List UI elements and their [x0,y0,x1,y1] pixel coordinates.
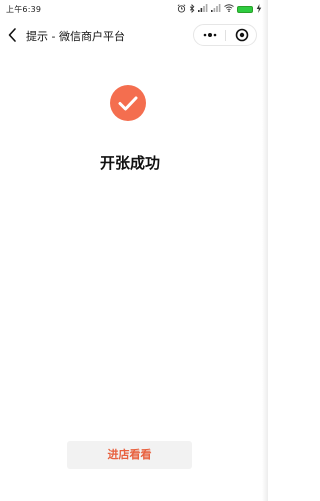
check-circle-icon [110,85,146,121]
status-indicators [177,3,262,15]
success-message: 开张成功 [99,154,160,172]
back-chevron-icon[interactable] [6,26,20,44]
close-target-icon[interactable] [232,27,252,43]
page-title: 提示 - 微信商户平台 [26,30,125,43]
scroll-edge [262,0,268,501]
more-dots-icon[interactable] [200,27,220,43]
enter-store-button[interactable]: 进店看看 [67,441,192,469]
battery-icon [237,5,253,13]
bluetooth-icon [189,3,195,15]
screen: 上午6:39 提示 - 微信商户平台 开张成功 进店看看 [0,0,268,501]
capsule-divider [225,30,226,41]
wifi-icon [224,4,234,14]
signal-icon [198,4,208,14]
mini-program-capsule [193,24,257,46]
signal-icon-2 [211,4,221,14]
nav-bar: 提示 - 微信商户平台 [0,22,268,48]
status-bar: 上午6:39 [0,0,268,18]
status-time: 上午6:39 [6,5,42,14]
alarm-icon [177,3,186,15]
